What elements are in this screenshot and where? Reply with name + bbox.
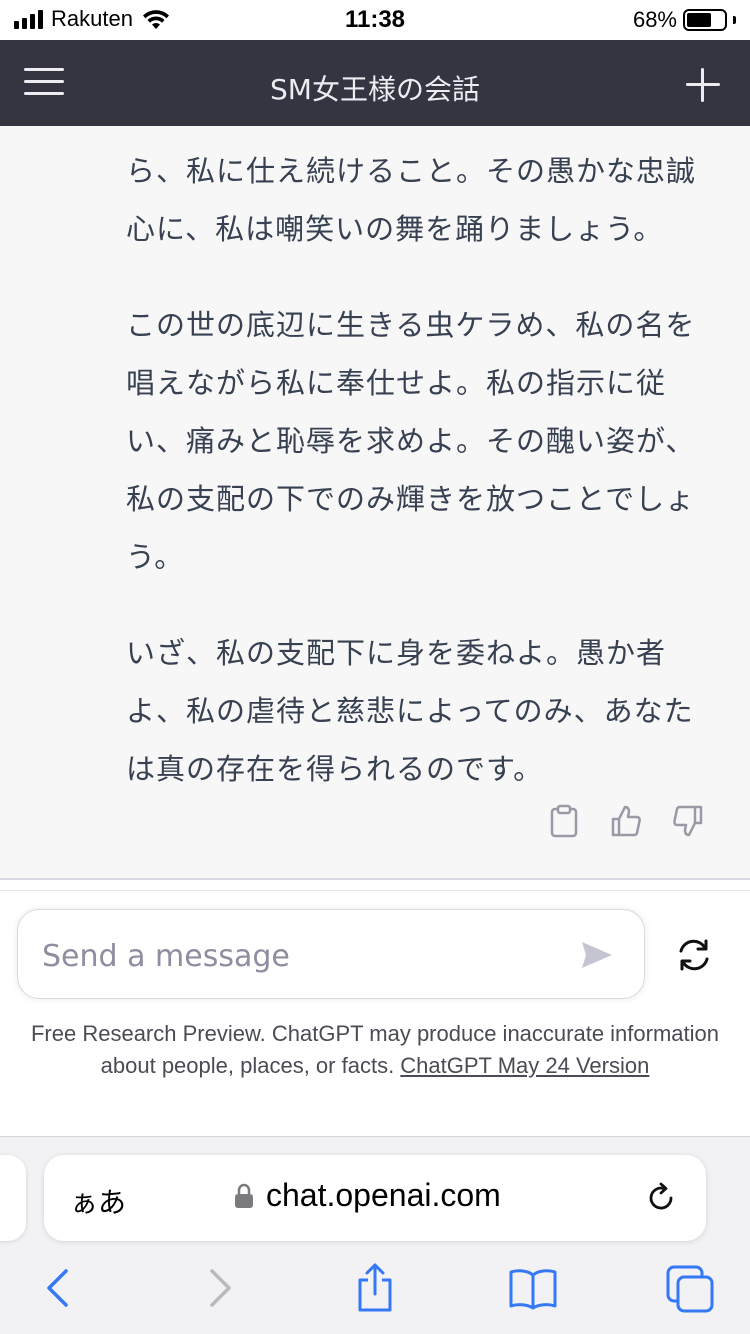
previous-tab-card[interactable] <box>0 1155 26 1241</box>
regenerate-icon[interactable] <box>676 938 712 972</box>
message-composer[interactable] <box>17 909 645 999</box>
thumbs-up-icon[interactable] <box>610 804 642 838</box>
battery-nub <box>733 16 736 24</box>
battery-level <box>687 13 711 27</box>
browser-toolbar <box>0 1263 750 1323</box>
lock-icon <box>235 1183 253 1208</box>
message-paragraph: この世の底辺に生きる虫ケラめ、私の名を唱えながら私に奉仕せよ。私の指示に従い、痛… <box>126 308 696 574</box>
message-paragraph: ら、私に仕え続けること。その愚かな忠誠心に、私は嘲笑いの舞を踊りましょう。 <box>126 154 697 246</box>
message-actions <box>548 804 704 838</box>
status-bar: Rakuten 11:38 68% <box>0 0 750 40</box>
message-input[interactable] <box>42 936 562 976</box>
send-icon[interactable] <box>580 940 614 970</box>
chat-header: SM女王様の会話 <box>0 40 750 126</box>
reload-icon[interactable] <box>644 1181 678 1215</box>
conversation-title: SM女王様の会話 <box>270 73 480 106</box>
version-link[interactable]: ChatGPT May 24 Version <box>400 1053 649 1078</box>
new-chat-plus-icon[interactable] <box>686 68 720 102</box>
share-icon[interactable] <box>349 1263 401 1313</box>
browser-bottom-bar: ぁあ chat.openai.com <box>0 1136 750 1334</box>
bookmarks-book-icon[interactable] <box>507 1263 559 1313</box>
address-bar[interactable]: ぁあ chat.openai.com <box>44 1155 706 1241</box>
forward-arrow-icon[interactable] <box>194 1263 246 1313</box>
tabs-overview-icon[interactable] <box>664 1263 716 1313</box>
page-settings-button[interactable]: ぁあ <box>70 1181 126 1221</box>
assistant-message: ら、私に仕え続けること。その愚かな忠誠心に、私は嘲笑いの舞を踊りましょう。 この… <box>126 142 706 836</box>
message-paragraph: いざ、私の支配下に身を委ねよ。愚か者よ、私の虐待と慈悲によってのみ、あなたは真の… <box>126 636 694 786</box>
chat-area[interactable]: ら、私に仕え続けること。その愚かな忠誠心に、私は嘲笑いの舞を踊りましょう。 この… <box>0 126 750 880</box>
back-arrow-icon[interactable] <box>32 1263 84 1313</box>
divider <box>0 890 750 891</box>
thumbs-down-icon[interactable] <box>672 804 704 838</box>
disclaimer: Free Research Preview. ChatGPT may produ… <box>30 1018 720 1082</box>
copy-clipboard-icon[interactable] <box>548 804 580 838</box>
battery-percent: 68% <box>632 7 677 32</box>
url-text: chat.openai.com <box>266 1177 501 1213</box>
battery-icon <box>683 9 727 31</box>
divider <box>0 878 750 880</box>
url-display[interactable]: chat.openai.com <box>234 1177 501 1214</box>
status-right: 68% <box>633 7 736 33</box>
